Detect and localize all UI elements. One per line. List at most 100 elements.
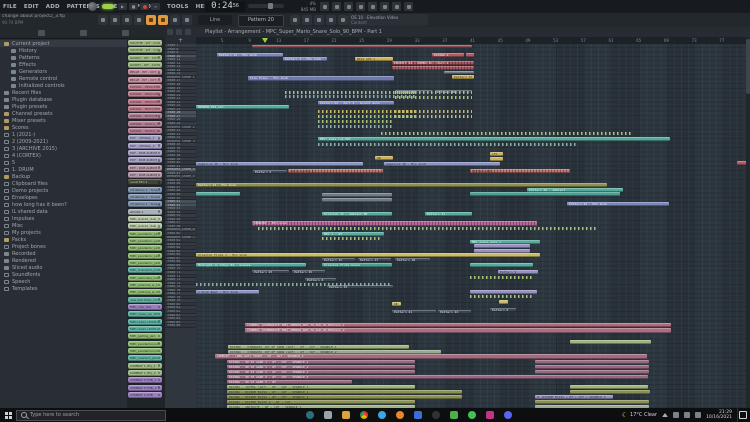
taskbar-clock[interactable]: 21:29 10/16/2021 — [706, 410, 732, 421]
mute-dot-icon[interactable] — [158, 174, 161, 177]
browser-sound-icon[interactable] — [122, 30, 129, 36]
mute-dot-icon[interactable] — [158, 203, 161, 206]
action-center-button[interactable] — [737, 408, 748, 422]
browser-item-scores[interactable]: Scores — [0, 124, 127, 131]
mute-dot-icon[interactable] — [158, 225, 161, 228]
playlist-grid[interactable]: Pattern 22 - Mix knobPattern 3 - Mix kno… — [196, 44, 746, 408]
playlist-clip[interactable] — [196, 192, 240, 196]
browser-item-5[interactable]: 5 — [0, 159, 127, 166]
taskbar-whatsapp-icon[interactable] — [468, 411, 476, 419]
picker-item-mpc-overlord-jam[interactable]: MPC_overlord_jam — [128, 355, 162, 361]
playlist-clip[interactable]: Pattern 23 — [252, 270, 289, 274]
delete-tool-icon[interactable] — [170, 15, 180, 25]
browser-item-plugin-database[interactable]: Plugin database — [0, 96, 127, 103]
playlist-clip[interactable]: Pattern D2 - Part 2 - Accent anim — [318, 101, 394, 105]
picker-item-mpc-antenna-w-2[interactable]: MPC_antenna_w_2 — [128, 289, 162, 295]
menu-file[interactable]: FILE — [3, 4, 17, 10]
menu-add[interactable]: ADD — [46, 4, 60, 10]
browser-item-4-cortex[interactable]: 4 (CORTEX) — [0, 152, 127, 159]
playlist-clip[interactable] — [570, 385, 648, 389]
playlist-clip[interactable] — [322, 193, 392, 197]
taskbar-instagram-icon[interactable] — [486, 411, 494, 419]
tray-chevron-icon[interactable] — [662, 413, 668, 417]
blend-notes-icon[interactable] — [368, 2, 377, 11]
taskbar-cortana-icon[interactable] — [306, 411, 314, 419]
taskbar-task-view-icon[interactable] — [324, 411, 332, 419]
playlist-clip[interactable] — [470, 192, 620, 196]
mute-dot-icon[interactable] — [158, 372, 161, 375]
undo-icon[interactable] — [122, 15, 132, 25]
picker-item-christmas-1-tone-2[interactable]: christmas 1 - Tone_2 — [128, 194, 162, 200]
mute-dot-icon[interactable] — [158, 262, 161, 265]
playlist-clip[interactable]: Angelica 30 - Mix knob — [196, 162, 363, 166]
picker-item-put-choral-1[interactable]: PUT - CHORAL_1 — [128, 135, 162, 141]
playlist-clip[interactable]: KATANA - JOYFUL (GUT) - WT - CUT - SPARK… — [227, 385, 415, 389]
mute-dot-icon[interactable] — [158, 357, 161, 360]
playlist-clip[interactable] — [535, 400, 649, 404]
picker-item-katana-duals-1[interactable]: KATANA - DUALS_1 — [128, 121, 162, 127]
playlist-clip[interactable] — [535, 370, 649, 374]
mute-tool-icon[interactable] — [182, 15, 192, 25]
picker-item-mpc-snaredrill-pro[interactable]: MPC_snaredrill_pro — [128, 267, 162, 273]
browser-item-project-bones[interactable]: Project bones — [0, 243, 127, 250]
mute-dot-icon[interactable] — [158, 144, 161, 147]
browser-item-soundfonts[interactable]: Soundfonts — [0, 271, 127, 278]
browser-item-current-project[interactable]: Current project — [0, 40, 127, 47]
playlist-clip[interactable] — [322, 198, 392, 202]
mute-dot-icon[interactable] — [158, 64, 161, 67]
picker-item-put-dub-album-3[interactable]: PUT - DUB ALBUM_3 — [128, 165, 162, 171]
playlist-clip[interactable] — [252, 45, 472, 48]
picker-item-christmas-1-tone-1[interactable]: christmas 1 - Tone_1 — [128, 187, 162, 193]
playlist-clip[interactable]: Pattern 31 — [425, 212, 472, 216]
playlist-clip[interactable] — [474, 244, 530, 248]
mute-dot-icon[interactable] — [158, 379, 161, 382]
select-tool-icon[interactable] — [314, 15, 324, 25]
picker-item-goody-wt-cut-2[interactable]: GOODY - WT - CUT_2 — [128, 62, 162, 68]
browser-file-icon[interactable] — [80, 30, 87, 36]
play-button[interactable]: ▶ — [118, 3, 127, 10]
playlist-clip[interactable]: 9. DIVINE BLISS + WT + CUT + SPARKLE_1 — [535, 395, 613, 399]
mute-dot-icon[interactable] — [158, 335, 161, 338]
playlist-clip[interactable]: cello suite 1 — [288, 169, 383, 173]
picker-item-combat-1-fl-2[interactable]: COMBAT 1 (FL)_2 — [128, 370, 162, 376]
mute-dot-icon[interactable] — [158, 232, 161, 235]
browser-item-rendered[interactable]: Rendered — [0, 257, 127, 264]
picker-item-mpc-bass-lup-001[interactable]: MPC!_bass_lup_001 — [128, 311, 162, 317]
mute-dot-icon[interactable] — [158, 284, 161, 287]
playlist-options-icon[interactable] — [185, 29, 191, 35]
slice-tool-icon[interactable] — [302, 15, 312, 25]
browser-item-1-drum[interactable]: 1. DRUM — [0, 166, 127, 173]
mute-dot-icon[interactable] — [158, 320, 161, 323]
playlist-clip[interactable]: x Drum Beat - Mix knob — [196, 290, 259, 294]
browser-item-templates[interactable]: Templates — [0, 285, 127, 292]
playlist-clip[interactable]: Angelica 30 - Mix knob — [384, 162, 500, 166]
playlist-clip[interactable]: Pattern 14 - Mix knob — [196, 183, 607, 187]
browser-item-misc[interactable]: Misc — [0, 222, 127, 229]
mute-dot-icon[interactable] — [158, 49, 161, 52]
picker-item-soothe-wt-cut-2[interactable]: SOOTHE - WT - CUT_2 — [128, 47, 162, 53]
picker-item-combat-3-tm-1[interactable]: COMBAT 3 (TM)_1 — [128, 377, 162, 383]
playlist-clip[interactable]: KATANA - (CHANGED) JOY OF SNOW (GUT) - W… — [228, 345, 409, 349]
mute-dot-icon[interactable] — [158, 56, 161, 59]
playlist-clip[interactable]: Midnight in Tokyo 84 - Groove — [196, 263, 306, 267]
add-track-button[interactable]: + — [165, 37, 197, 44]
zoom-tool-icon[interactable] — [326, 15, 336, 25]
playlist-clip[interactable]: MPCNEW_034_snd — [196, 105, 289, 109]
playlist-clip[interactable]: Pattern 3 - Mix knob — [283, 57, 327, 61]
picker-item-katana-bouquet-1[interactable]: KATANA - BOUQUET_1 — [128, 106, 162, 112]
mute-dot-icon[interactable] — [158, 240, 161, 243]
mute-dot-icon[interactable] — [158, 276, 161, 279]
playlist-clip[interactable]: Pattern 26a — [470, 169, 570, 173]
playlist-clip[interactable] — [490, 157, 503, 161]
paint-tool-icon[interactable] — [158, 15, 168, 25]
draw-tool-icon[interactable] — [146, 15, 156, 25]
mute-dot-icon[interactable] — [158, 130, 161, 133]
mute-dot-icon[interactable] — [158, 306, 161, 309]
playlist-clip[interactable]: KATANA - DIVINE BLISS 2 - WT - CUT — [227, 400, 415, 404]
playlist-clip[interactable]: MPC!_bass_lup_001 — [318, 137, 670, 141]
loop-record-icon[interactable] — [404, 2, 413, 11]
scrollbar-thumb[interactable] — [746, 39, 750, 94]
mute-dot-icon[interactable] — [158, 247, 161, 250]
mute-dot-icon[interactable] — [158, 269, 161, 272]
playlist-clip[interactable] — [535, 365, 649, 369]
